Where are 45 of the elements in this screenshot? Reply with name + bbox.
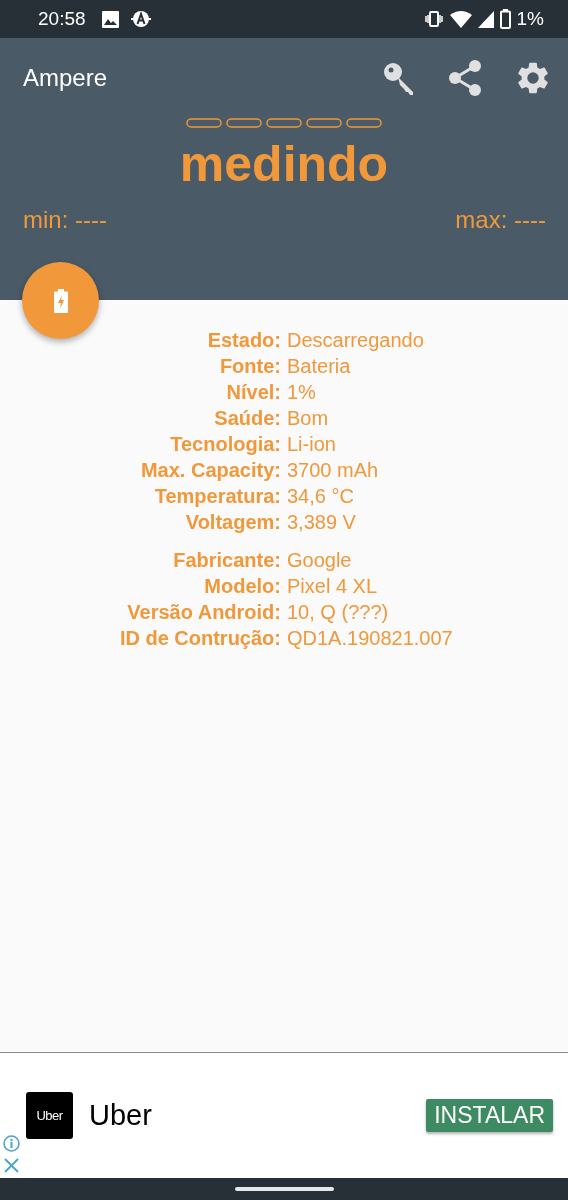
image-icon (101, 10, 119, 28)
info-label: Estado: (206, 328, 281, 352)
info-value: Pixel 4 XL (287, 574, 379, 598)
info-value: Li-ion (287, 432, 337, 456)
min-reading: min: ---- (23, 206, 107, 234)
letter-a-icon (130, 9, 151, 29)
clock-time: 20:58 (38, 8, 86, 30)
info-value: 10, Q (???) (287, 600, 390, 624)
info-label: Versão Android: (126, 600, 281, 624)
info-value: 3700 mAh (287, 458, 380, 482)
info-value: QD1A.190821.007 (287, 626, 454, 650)
measurement-value: medindo (179, 136, 389, 192)
info-label: Voltagem: (184, 510, 281, 534)
max-reading: max: ---- (455, 206, 546, 234)
app-title: Ampere (23, 64, 109, 92)
wifi-icon (449, 10, 472, 28)
info-value: 3,389 V (287, 510, 357, 534)
battery-percent: 1% (516, 8, 544, 30)
info-label: Max. Capacity: (139, 458, 281, 482)
info-label: Temperatura: (153, 484, 281, 508)
info-label: Nível: (225, 380, 281, 404)
app-logo: Uber (26, 1092, 73, 1139)
info-icon[interactable] (3, 1135, 20, 1152)
info-value: 1% (287, 380, 317, 404)
info-value: Descarregando (287, 328, 425, 352)
info-label: Saúde: (213, 406, 281, 430)
info-value: Bateria (287, 354, 352, 378)
info-value: Bom (287, 406, 330, 430)
share-icon[interactable] (448, 60, 482, 96)
close-icon[interactable] (4, 1158, 19, 1173)
key-icon[interactable] (382, 61, 416, 95)
info-value: Google (287, 548, 353, 572)
battery-icon (499, 9, 511, 29)
info-label: ID de Contrução: (118, 626, 281, 650)
signal-icon (477, 10, 494, 28)
info-label: Tecnologia: (169, 432, 281, 456)
info-value: 34,6 °C (287, 484, 355, 508)
app-name: Uber (89, 1099, 153, 1132)
install-button[interactable]: INSTALAR (426, 1099, 553, 1132)
vibrate-icon (423, 11, 444, 27)
info-label: Modelo: (203, 574, 281, 598)
gesture-handle[interactable] (234, 1187, 334, 1191)
info-label: Fabricante: (172, 548, 281, 572)
info-label: Fonte: (218, 354, 281, 378)
battery-charging-icon (53, 288, 68, 313)
